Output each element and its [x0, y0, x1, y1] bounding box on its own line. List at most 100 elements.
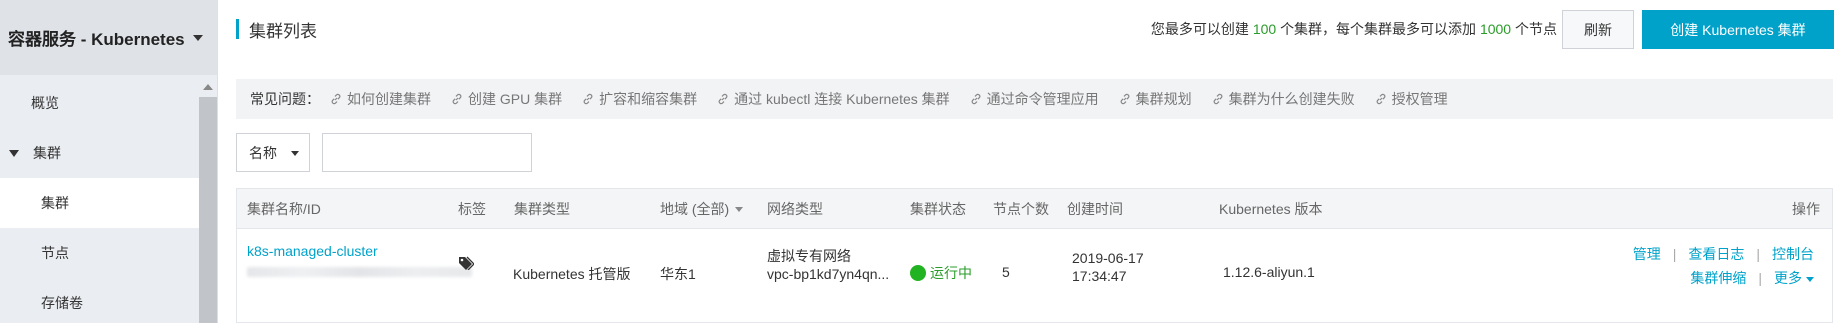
- divider: |: [1756, 246, 1760, 262]
- faq-link[interactable]: 集群为什么创建失败: [1212, 89, 1355, 109]
- console-link[interactable]: 控制台: [1772, 246, 1814, 262]
- column-header-type: 集群类型: [514, 201, 570, 217]
- faq-link-label: 如何创建集群: [347, 91, 431, 107]
- search-field-select[interactable]: 名称: [236, 133, 310, 172]
- link-icon: [971, 93, 981, 105]
- status-label: 运行中: [930, 265, 972, 281]
- sidebar-item-label: 集群: [41, 195, 69, 211]
- divider: |: [1672, 246, 1677, 262]
- cluster-type-cell: Kubernetes 托管版: [513, 266, 631, 282]
- column-header-created: 创建时间: [1067, 201, 1123, 217]
- caret-down-icon: [291, 151, 299, 156]
- link-icon: [583, 93, 593, 105]
- column-header-name: 集群名称/ID: [247, 201, 321, 217]
- link-icon: [452, 93, 462, 105]
- sidebar-group-clusters[interactable]: 集群: [0, 128, 200, 178]
- actions-row-1: 管理 | 查看日志 | 控制台: [1633, 242, 1814, 266]
- scale-cluster-link[interactable]: 集群伸缩: [1690, 270, 1746, 286]
- sidebar-item-volumes[interactable]: 存储卷: [0, 278, 200, 323]
- create-cluster-button[interactable]: 创建 Kubernetes 集群: [1642, 10, 1834, 49]
- refresh-button[interactable]: 刷新: [1562, 10, 1634, 49]
- link-icon: [1213, 93, 1223, 105]
- created-date: 2019-06-17: [1072, 250, 1144, 266]
- page-title: 集群列表: [249, 21, 317, 41]
- column-header-region[interactable]: 地域 (全部): [660, 189, 744, 229]
- more-label: 更多: [1774, 270, 1802, 286]
- faq-link-label: 授权管理: [1391, 91, 1448, 107]
- sidebar-item-nodes[interactable]: 节点: [0, 228, 200, 278]
- scrollbar-thumb[interactable]: [199, 97, 217, 323]
- faq-link-label: 创建 GPU 集群: [468, 91, 563, 107]
- view-logs-link[interactable]: 查看日志: [1688, 246, 1744, 262]
- sidebar-nav: 概览 集群 集群 节点 存储卷: [0, 78, 200, 323]
- faq-link-label: 扩容和缩容集群: [599, 91, 698, 107]
- faq-link[interactable]: 创建 GPU 集群: [451, 89, 562, 109]
- vpc-id: vpc-bp1kd7yn4qn...: [767, 266, 890, 282]
- sidebar-item-label: 集群: [33, 145, 61, 161]
- quota-text-prefix: 您最多可以创建: [1150, 21, 1249, 37]
- quota-text-suffix: 个节点: [1515, 21, 1557, 37]
- node-count-cell: 5: [1002, 264, 1010, 280]
- quota-notice: 您最多可以创建 100 个集群，每个集群最多可以添加 1000 个节点: [1151, 19, 1557, 39]
- column-header-label: 地域 (全部): [660, 201, 730, 217]
- faq-link-label: 集群规划: [1135, 91, 1192, 107]
- max-nodes-count: 1000: [1479, 21, 1512, 37]
- faq-link[interactable]: 扩容和缩容集群: [582, 89, 697, 109]
- created-time-cell: 2019-06-17 17:34:47: [1072, 249, 1144, 285]
- link-icon: [331, 93, 341, 105]
- faq-link[interactable]: 通过命令管理应用: [970, 89, 1099, 109]
- version-cell: 1.12.6-aliyun.1: [1223, 264, 1315, 280]
- filter-caret-icon: [735, 206, 744, 212]
- sidebar: 容器服务 - Kubernetes 概览 集群 集群 节点 存储卷: [0, 0, 218, 323]
- title-accent-bar: [236, 19, 239, 39]
- column-header-actions: 操作: [1792, 201, 1820, 217]
- actions-row-2: 集群伸缩 | 更多: [1633, 266, 1814, 290]
- faq-link[interactable]: 如何创建集群: [330, 89, 431, 109]
- sidebar-item-label: 存储卷: [41, 295, 83, 311]
- faq-link-label: 集群为什么创建失败: [1228, 91, 1355, 107]
- tag-icon[interactable]: [458, 256, 475, 273]
- link-icon: [1376, 93, 1386, 105]
- chevron-down-icon: [1806, 276, 1814, 282]
- search-field-value: 名称: [249, 144, 277, 161]
- sidebar-item-label: 节点: [41, 245, 69, 261]
- page-header: 集群列表: [236, 18, 317, 41]
- link-icon: [718, 93, 728, 105]
- manage-link[interactable]: 管理: [1633, 246, 1661, 262]
- link-icon: [1120, 93, 1130, 105]
- search-input[interactable]: [322, 133, 532, 172]
- column-header-status: 集群状态: [910, 201, 966, 217]
- faq-link[interactable]: 授权管理: [1375, 89, 1448, 109]
- cluster-id-redacted: [247, 267, 472, 277]
- faq-link[interactable]: 通过 kubectl 连接 Kubernetes 集群: [717, 89, 950, 109]
- faq-link-label: 通过命令管理应用: [986, 91, 1099, 107]
- faq-link[interactable]: 集群规划: [1119, 89, 1192, 109]
- main-content: 集群列表 您最多可以创建 100 个集群，每个集群最多可以添加 1000 个节点…: [219, 0, 1843, 323]
- actions-cell: 管理 | 查看日志 | 控制台 集群伸缩 | 更多: [1633, 242, 1814, 290]
- region-cell: 华东1: [660, 266, 696, 282]
- more-actions-dropdown[interactable]: 更多: [1774, 270, 1814, 286]
- sidebar-item-overview[interactable]: 概览: [0, 78, 200, 128]
- scroll-up-arrow-icon[interactable]: [203, 84, 213, 90]
- product-switcher[interactable]: 容器服务 - Kubernetes: [0, 0, 217, 75]
- chevron-down-icon: [192, 34, 203, 41]
- sidebar-item-label: 概览: [31, 95, 59, 111]
- created-time: 17:34:47: [1072, 268, 1127, 284]
- cluster-name-link[interactable]: k8s-managed-cluster: [247, 243, 472, 259]
- status-badge: 运行中: [910, 263, 972, 283]
- network-cell: 虚拟专有网络 vpc-bp1kd7yn4qn...: [767, 247, 889, 283]
- table-row: k8s-managed-cluster Kubernetes 托管版 华东1 虚…: [237, 229, 1832, 323]
- caret-down-icon: [9, 149, 19, 157]
- max-clusters-count: 100: [1252, 21, 1277, 37]
- column-header-tags: 标签: [458, 201, 486, 217]
- column-header-network: 网络类型: [767, 201, 823, 217]
- column-header-nodes: 节点个数: [993, 201, 1049, 217]
- divider: |: [1758, 270, 1762, 286]
- cluster-name-cell: k8s-managed-cluster: [247, 243, 472, 277]
- network-type: 虚拟专有网络: [767, 248, 851, 264]
- faq-label: 常见问题：: [250, 91, 320, 107]
- sidebar-item-clusters[interactable]: 集群: [0, 178, 200, 228]
- faq-link-label: 通过 kubectl 连接 Kubernetes 集群: [734, 91, 950, 107]
- status-running-icon: [910, 265, 926, 281]
- product-title: 容器服务 - Kubernetes: [8, 30, 185, 49]
